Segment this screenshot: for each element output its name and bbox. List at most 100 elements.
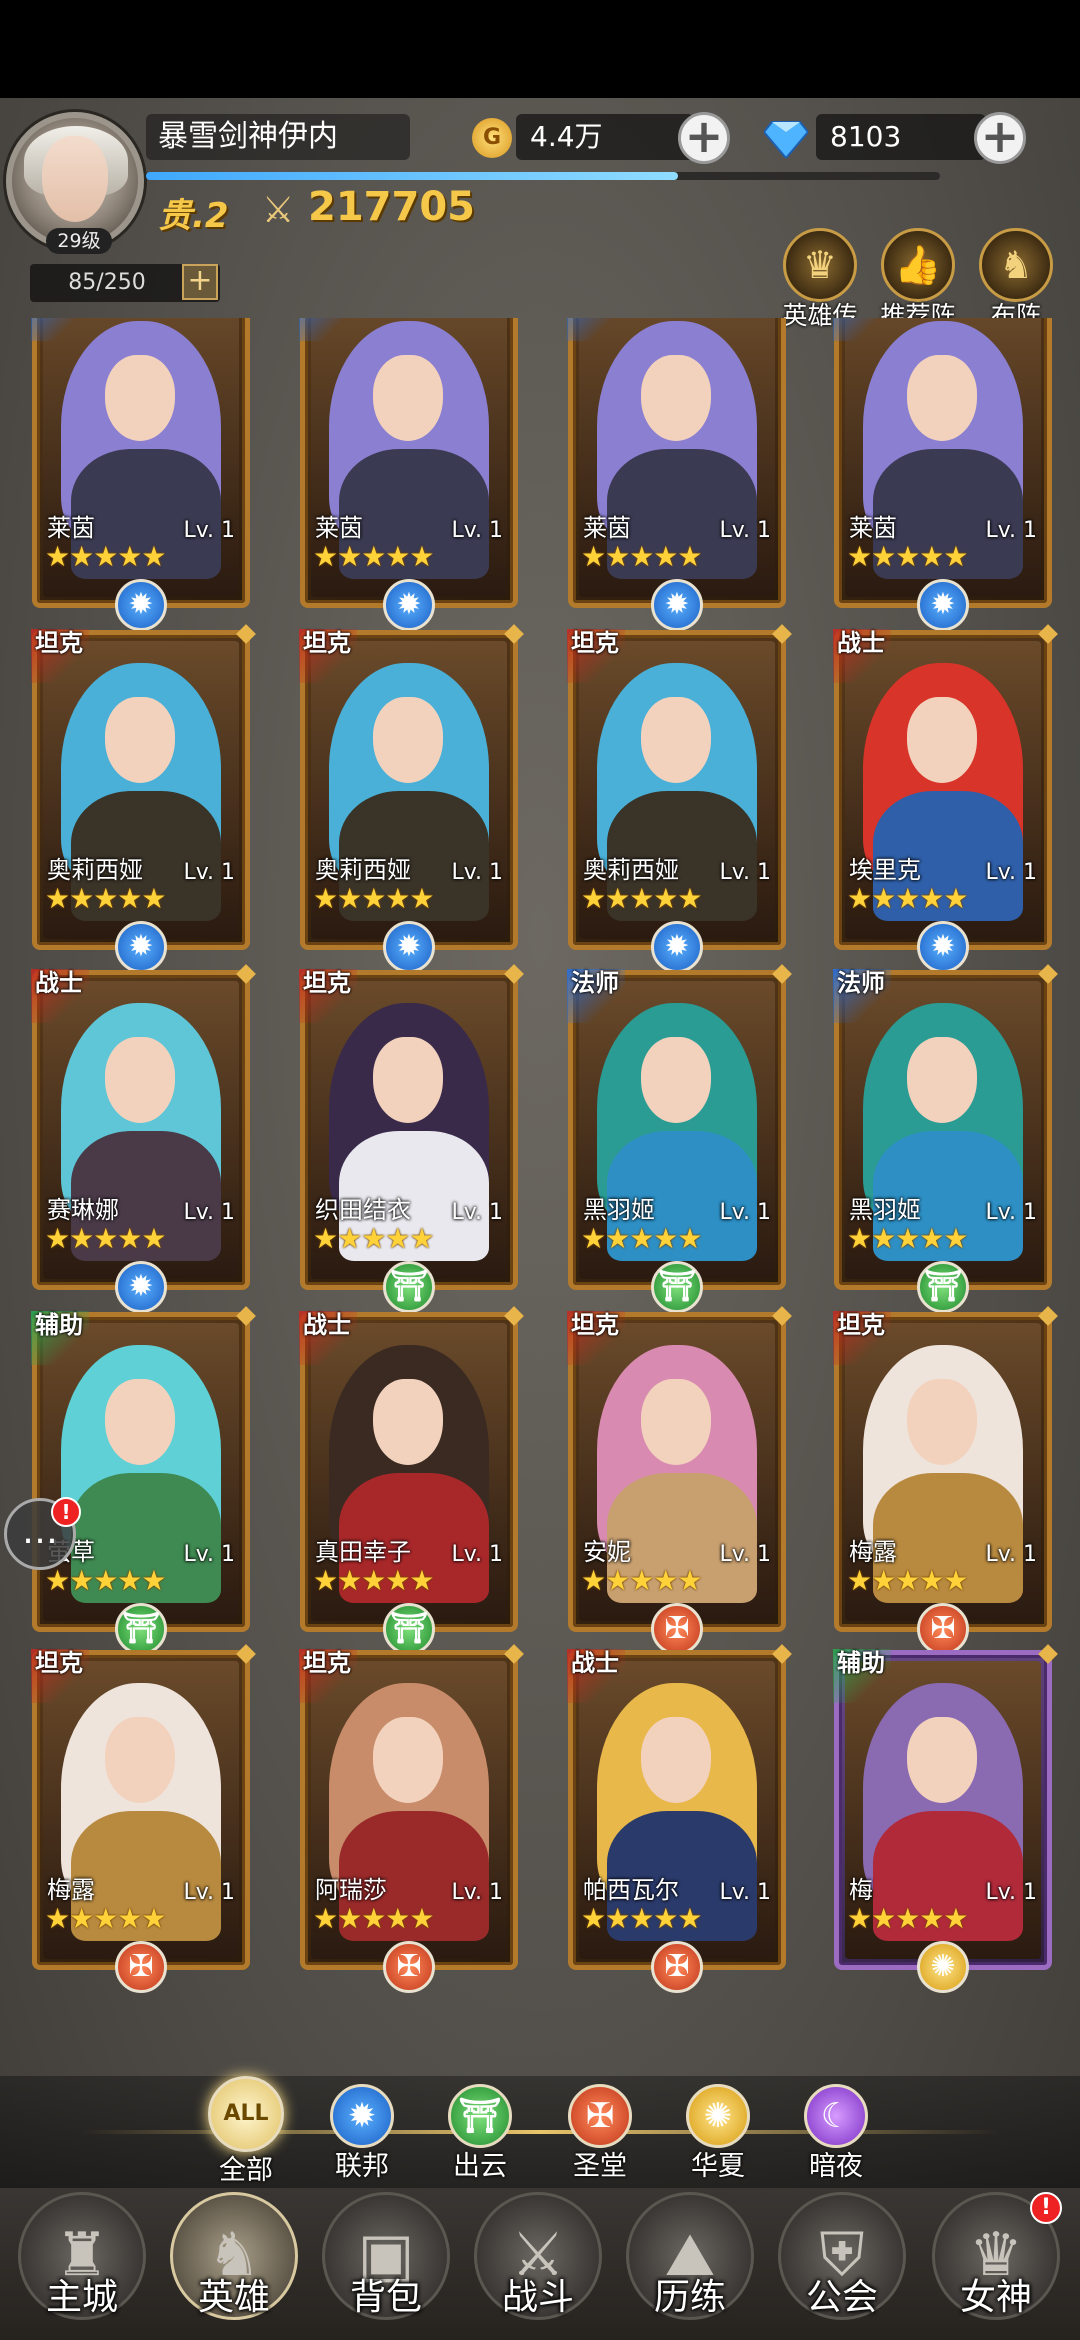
nav-guild[interactable]: ⛨ 公会: [772, 2192, 912, 2340]
faction-emblem-icon: ✠: [115, 1941, 167, 1993]
hero-name: 莱茵: [849, 514, 897, 542]
dark-night-icon: ☾: [804, 2084, 868, 2148]
filter-izumo[interactable]: ⛩ 出云: [430, 2084, 530, 2183]
hero-card[interactable]: 法师莱茵 Lv. 1 ★★★★★ ✹: [833, 318, 1052, 631]
hero-level: Lv. 1: [985, 1200, 1037, 1225]
hero-card[interactable]: 坦克 安妮 Lv. 1 ★★★★★ ✠: [567, 1306, 792, 1655]
hero-card[interactable]: 坦克 梅露 Lv. 1 ★★★★★ ✠: [833, 1306, 1058, 1655]
hero-face: [373, 355, 443, 441]
hero-role-tag: 法师: [833, 969, 891, 1023]
nav-battle[interactable]: ⚔ 战斗: [468, 2192, 608, 2340]
card-corner-gem: [772, 1306, 792, 1326]
hero-name: 莱茵: [315, 514, 363, 542]
nav-castle[interactable]: ♜ 主城: [12, 2192, 152, 2340]
goddess-notification-badge: !: [1030, 2192, 1062, 2224]
hero-card[interactable]: 战士 埃里克 Lv. 1 ★★★★★ ✹: [833, 624, 1058, 973]
hero-card[interactable]: 战士 帕西瓦尔 Lv. 1 ★★★★★ ✠: [567, 1644, 792, 1993]
hero-face: [105, 1717, 175, 1803]
card-corner-gem: [772, 624, 792, 644]
hero-name: 莱茵: [47, 514, 95, 542]
vip-level: 贵.2: [158, 196, 229, 236]
expand-capacity-button[interactable]: +: [182, 264, 218, 300]
hero-card[interactable]: 战士 赛琳娜 Lv. 1 ★★★★★ ✹: [31, 964, 256, 1313]
faction-emblem-icon: ✹: [917, 579, 969, 631]
hero-card[interactable]: 法师 黑羽姬 Lv. 1 ★★★★★ ⛩: [833, 964, 1058, 1313]
hero-role-tag: 法师: [567, 969, 625, 1023]
hero-star-rating: ★★★★★: [313, 1902, 435, 1935]
hero-level: Lv. 1: [719, 1200, 771, 1225]
hero-name: 真田幸子: [315, 1538, 411, 1566]
hero-role-tag: 坦克: [567, 629, 625, 683]
nav-label: 历练: [653, 2277, 726, 2318]
player-level: 29级: [46, 228, 112, 254]
experience-fill: [146, 172, 678, 180]
hero-card[interactable]: 法师 黑羽姬 Lv. 1 ★★★★★ ⛩: [567, 964, 792, 1313]
hero-name: 黑羽姬: [583, 1196, 655, 1224]
hero-name: 织田结衣: [315, 1196, 411, 1224]
hero-star-rating: ★★★★★: [581, 1222, 703, 1255]
filter-dark-night[interactable]: ☾ 暗夜: [786, 2084, 886, 2183]
faction-emblem-icon: ✹: [383, 921, 435, 973]
player-name[interactable]: 暴雪剑神伊内: [146, 114, 410, 160]
nav-label: 背包: [349, 2277, 422, 2318]
hero-star-rating: ★★★★★: [313, 1222, 435, 1255]
player-avatar[interactable]: 29级: [6, 112, 144, 254]
hero-level: Lv. 1: [183, 1200, 235, 1225]
hero-card[interactable]: 坦克 奥莉西娅 Lv. 1 ★★★★★ ✹: [31, 624, 256, 973]
hero-card[interactable]: 坦克 织田结衣 Lv. 1 ★★★★★ ⛩: [299, 964, 524, 1313]
hero-card[interactable]: 法师莱茵 Lv. 1 ★★★★★ ✹: [567, 318, 786, 631]
hero-card[interactable]: 坦克 阿瑞莎 Lv. 1 ★★★★★ ✠: [299, 1644, 524, 1993]
hero-level: Lv. 1: [451, 860, 503, 885]
card-corner-gem: [236, 1306, 256, 1326]
hero-level: Lv. 1: [985, 1542, 1037, 1567]
hero-card[interactable]: 辅助萤草Lv. 1★★★★★⛩: [31, 1306, 256, 1655]
faction-emblem-icon: ⛩: [383, 1261, 435, 1313]
hero-level: Lv. 1: [985, 518, 1037, 543]
hero-star-rating: ★★★★★: [45, 1564, 167, 1597]
hero-level: Lv. 1: [985, 860, 1037, 885]
hero-name: 奥莉西娅: [583, 856, 679, 884]
bottom-navigation: ♜ 主城 ♞ 英雄 ▣ 背包 ⚔ 战斗 ⛰ 历练 ⛨ 公会 ♛ 女神!: [0, 2188, 1080, 2340]
hero-card[interactable]: 坦克 奥莉西娅 Lv. 1 ★★★★★ ✹: [299, 624, 524, 973]
hero-name: 埃里克: [849, 856, 921, 884]
hero-face: [641, 355, 711, 441]
hero-card[interactable]: 坦克 梅露 Lv. 1 ★★★★★ ✠: [31, 1644, 256, 1993]
filter-sanctuary[interactable]: ✠ 圣堂: [550, 2084, 650, 2183]
filter-label: 圣堂: [573, 2151, 627, 2182]
faction-emblem-icon: ✹: [383, 579, 435, 631]
hero-role-tag: 坦克: [567, 1311, 625, 1365]
add-gold-button[interactable]: +: [678, 112, 730, 164]
filter-federation[interactable]: ✹ 联邦: [312, 2084, 412, 2183]
hero-star-rating: ★★★★★: [581, 1902, 703, 1935]
faction-emblem-icon: ✹: [115, 921, 167, 973]
nav-training[interactable]: ⛰ 历练: [620, 2192, 760, 2340]
hero-card-grid: ★★★★★☾★★★★★✹★★★★★✹★★★★★✹法师莱茵Lv. 1★★★★★✹法…: [0, 318, 1080, 2076]
nav-hero[interactable]: ♞ 英雄: [164, 2192, 304, 2340]
card-corner-gem: [236, 624, 256, 644]
chat-button[interactable]: … !: [4, 1497, 81, 1570]
nav-label: 女神: [959, 2277, 1032, 2318]
hero-name: 梅: [849, 1876, 873, 1904]
hero-face: [105, 697, 175, 783]
hero-card[interactable]: 法师莱茵 Lv. 1 ★★★★★ ✹: [31, 318, 250, 631]
hero-star-rating: ★★★★★: [313, 1564, 435, 1597]
experience-bar: [146, 172, 940, 180]
hero-face: [907, 1717, 977, 1803]
hero-card[interactable]: 战士 真田幸子 Lv. 1 ★★★★★ ⛩: [299, 1306, 524, 1655]
hero-face: [641, 697, 711, 783]
nav-goddess[interactable]: ♛ 女神!: [926, 2192, 1066, 2340]
hero-card[interactable]: 坦克 奥莉西娅 Lv. 1 ★★★★★ ✹: [567, 624, 792, 973]
hero-card[interactable]: 法师莱茵 Lv. 1 ★★★★★ ✹: [299, 318, 518, 631]
hero-face: [641, 1717, 711, 1803]
card-corner-gem: [504, 964, 524, 984]
hero-name: 安妮: [583, 1538, 631, 1566]
hero-face: [373, 697, 443, 783]
faction-emblem-icon: ✺: [917, 1941, 969, 1993]
filter-huaxia[interactable]: ✺ 华夏: [668, 2084, 768, 2183]
nav-backpack[interactable]: ▣ 背包: [316, 2192, 456, 2340]
filter-all-factions[interactable]: ALL 全部: [196, 2076, 296, 2187]
add-gems-button[interactable]: +: [974, 112, 1026, 164]
hero-card[interactable]: 辅助梅 Lv. 1 ★★★★★ ✺: [833, 1644, 1058, 1993]
hero-star-rating: ★★★★★: [45, 1902, 167, 1935]
faction-emblem-icon: ✹: [651, 579, 703, 631]
